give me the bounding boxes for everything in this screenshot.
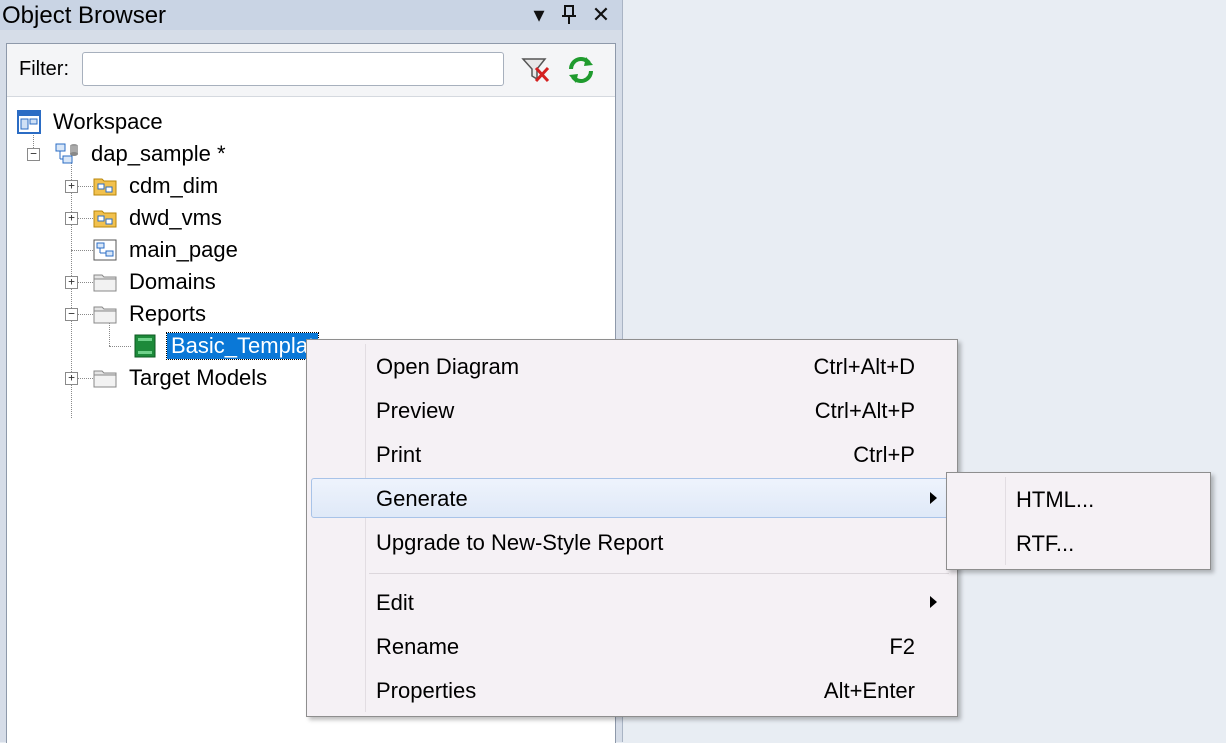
panel-title: Object Browser bbox=[2, 2, 167, 29]
tree-connector bbox=[71, 250, 95, 251]
tree-node-main-page[interactable]: main_page bbox=[93, 234, 238, 266]
filter-bar: Filter: bbox=[7, 44, 615, 97]
tree-node-label: main_page bbox=[129, 237, 238, 262]
tree-node-reports[interactable]: Reports bbox=[93, 298, 206, 330]
menu-item-label: HTML... bbox=[1016, 487, 1095, 512]
menu-separator bbox=[369, 573, 949, 574]
folder-icon bbox=[93, 306, 117, 324]
menu-item-label: Rename bbox=[376, 634, 460, 659]
tree-node-dap-sample[interactable]: dap_sample * bbox=[55, 138, 226, 170]
menu-item-properties[interactable]: Properties Alt+Enter bbox=[311, 670, 953, 710]
menu-item-shortcut: F2 bbox=[889, 634, 915, 659]
tree-node-basic-template[interactable]: Basic_Templat bbox=[133, 330, 320, 362]
tree-node-label: Basic_Templat bbox=[165, 332, 320, 360]
context-menu: Open Diagram Ctrl+Alt+D Preview Ctrl+Alt… bbox=[306, 339, 958, 717]
folder-icon bbox=[93, 274, 117, 292]
close-icon[interactable]: ✕ bbox=[588, 1, 614, 29]
menu-item-label: Upgrade to New-Style Report bbox=[376, 530, 664, 555]
menu-item-label: RTF... bbox=[1016, 531, 1075, 556]
submenu-item-rtf[interactable]: RTF... bbox=[951, 523, 1206, 563]
filter-input[interactable] bbox=[82, 52, 504, 86]
menu-item-print[interactable]: Print Ctrl+P bbox=[311, 434, 953, 474]
menu-item-label: Preview bbox=[376, 398, 455, 423]
tree-node-target-models[interactable]: Target Models bbox=[93, 362, 267, 394]
menu-item-shortcut: Ctrl+Alt+P bbox=[814, 398, 915, 423]
clear-filter-icon[interactable] bbox=[520, 54, 552, 86]
expand-icon[interactable]: + bbox=[65, 276, 78, 289]
tree-node-label: dap_sample * bbox=[91, 141, 226, 166]
menu-item-label: Print bbox=[376, 442, 422, 467]
tree-node-label: dwd_vms bbox=[129, 205, 222, 230]
project-icon bbox=[55, 143, 78, 164]
report-icon bbox=[134, 334, 156, 358]
collapse-icon[interactable]: − bbox=[65, 308, 78, 321]
submenu-arrow-icon bbox=[930, 596, 937, 608]
menu-item-generate[interactable]: Generate bbox=[311, 478, 953, 518]
tree-node-label: Domains bbox=[129, 269, 216, 294]
dropdown-icon[interactable]: ▾ bbox=[526, 1, 552, 29]
tree-node-domains[interactable]: Domains bbox=[93, 266, 216, 298]
menu-item-preview[interactable]: Preview Ctrl+Alt+P bbox=[311, 390, 953, 430]
menu-item-upgrade-report[interactable]: Upgrade to New-Style Report bbox=[311, 522, 953, 562]
expand-icon[interactable]: + bbox=[65, 212, 78, 225]
menu-item-label: Edit bbox=[376, 590, 414, 615]
menu-item-rename[interactable]: Rename F2 bbox=[311, 626, 953, 666]
panel-titlebar: Object Browser ▾ ✕ bbox=[0, 0, 622, 30]
generate-submenu: HTML... RTF... bbox=[946, 472, 1211, 570]
tree-node-label: cdm_dim bbox=[129, 173, 219, 198]
tree-connector bbox=[109, 346, 131, 347]
submenu-item-html[interactable]: HTML... bbox=[951, 479, 1206, 519]
menu-item-label: Properties bbox=[376, 678, 477, 703]
menu-item-label: Generate bbox=[376, 486, 468, 511]
tree-node-dwd-vms[interactable]: dwd_vms bbox=[93, 202, 222, 234]
workspace-icon bbox=[17, 110, 41, 134]
diagram-icon bbox=[93, 239, 117, 261]
tree-node-cdm-dim[interactable]: cdm_dim bbox=[93, 170, 218, 202]
pin-icon[interactable] bbox=[556, 1, 582, 29]
menu-item-shortcut: Ctrl+Alt+D bbox=[813, 354, 915, 379]
tree-node-label: Target Models bbox=[129, 365, 268, 390]
tree-node-workspace[interactable]: Workspace bbox=[17, 106, 163, 138]
menu-item-shortcut: Ctrl+P bbox=[853, 442, 915, 467]
package-icon bbox=[93, 178, 117, 196]
tree-node-label: Workspace bbox=[53, 109, 163, 134]
filter-label: Filter: bbox=[19, 58, 69, 80]
submenu-arrow-icon bbox=[930, 492, 937, 504]
expand-icon[interactable]: + bbox=[65, 372, 78, 385]
refresh-icon[interactable] bbox=[565, 54, 597, 86]
menu-item-open-diagram[interactable]: Open Diagram Ctrl+Alt+D bbox=[311, 346, 953, 386]
menu-item-edit[interactable]: Edit bbox=[311, 582, 953, 622]
folder-icon bbox=[93, 370, 117, 388]
tree-node-label: Reports bbox=[129, 301, 207, 326]
expand-icon[interactable]: + bbox=[65, 180, 78, 193]
menu-item-label: Open Diagram bbox=[376, 354, 520, 379]
package-icon bbox=[93, 210, 117, 228]
menu-item-shortcut: Alt+Enter bbox=[823, 678, 915, 703]
collapse-icon[interactable]: − bbox=[27, 148, 40, 161]
